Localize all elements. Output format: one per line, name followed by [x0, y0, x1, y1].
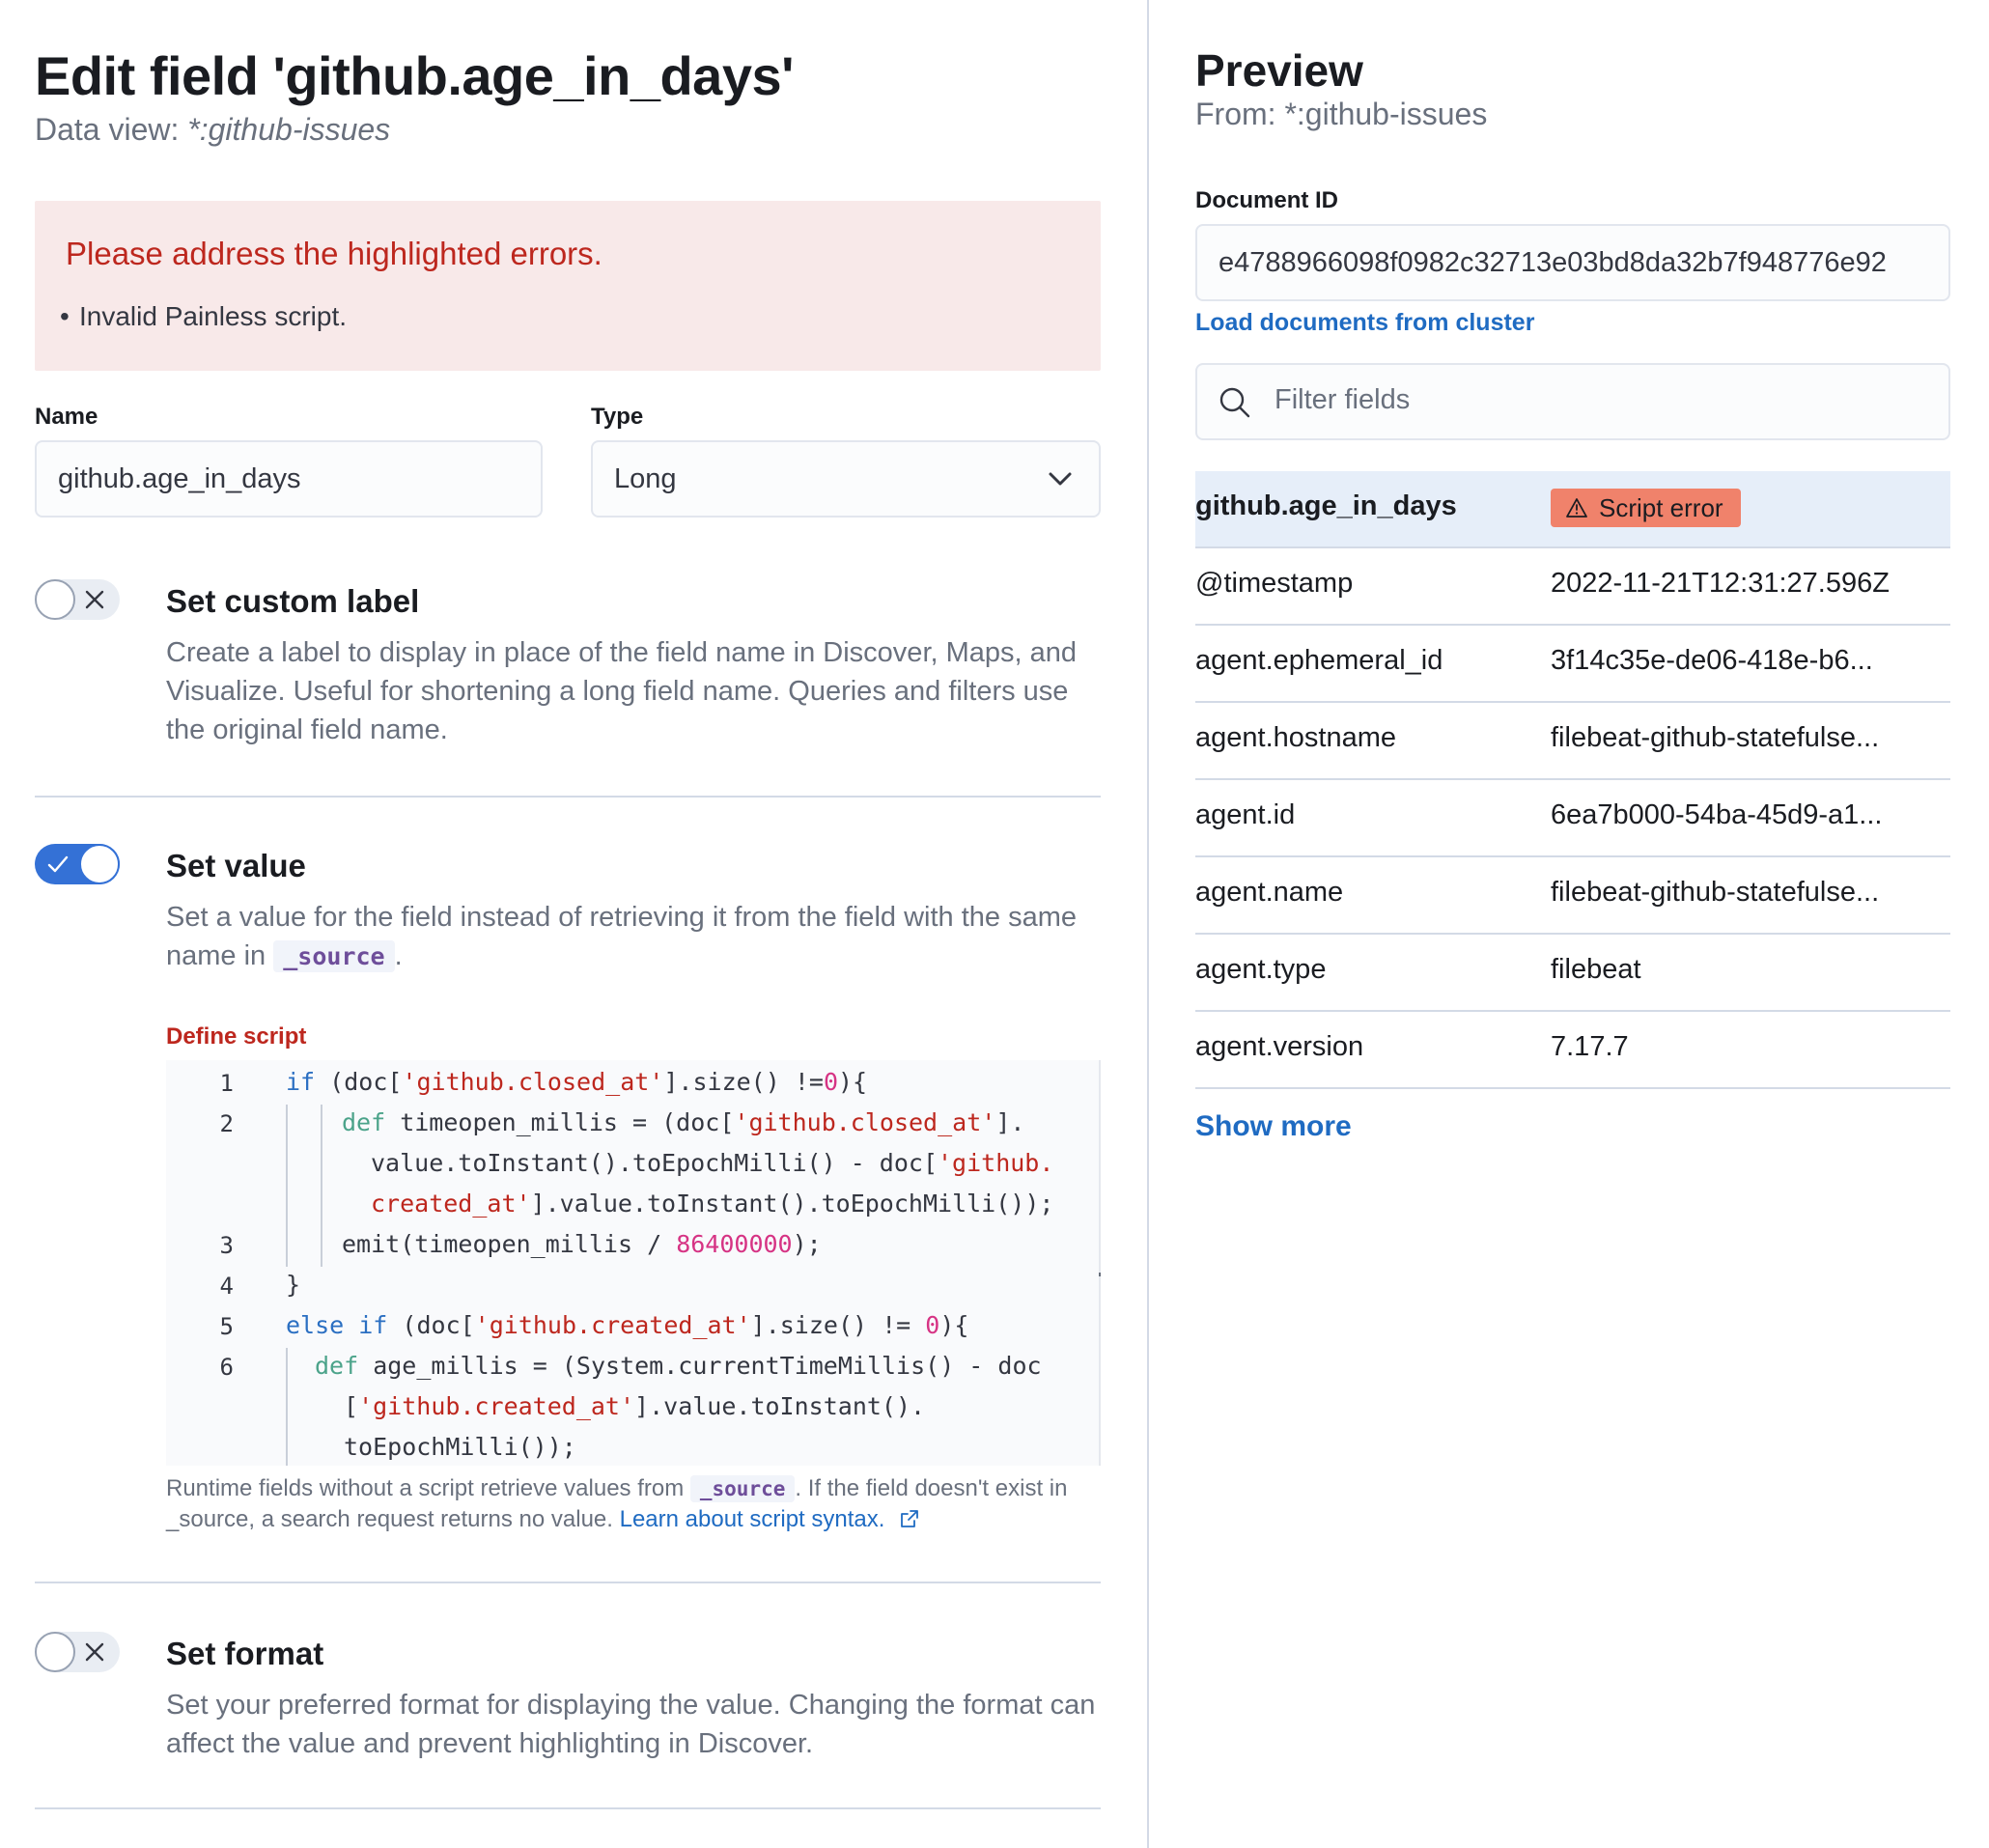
set-value-desc-end: .	[394, 940, 403, 971]
preview-row: @timestamp 2022-11-21T12:31:27.596Z	[1195, 548, 1950, 626]
custom-label-toggle[interactable]	[35, 579, 120, 620]
preview-field-key: agent.id	[1195, 799, 1296, 830]
close-icon	[85, 590, 104, 609]
edit-field-panel: Edit field 'github.age_in_days' Data vie…	[35, 0, 1101, 1848]
preview-field-value: filebeat-github-statefulse...	[1551, 877, 1880, 908]
section-divider	[35, 1582, 1101, 1583]
preview-row: agent.ephemeral_id 3f14c35e-de06-418e-b6.…	[1195, 626, 1950, 703]
script-code: if (doc['github.closed_at'].size() !=0){…	[166, 1060, 1053, 1461]
preview-row: agent.name filebeat-github-statefulse...	[1195, 857, 1950, 935]
set-format-toggle[interactable]	[35, 1632, 120, 1672]
document-id-label: Document ID	[1195, 187, 1339, 213]
badge-label: Script error	[1599, 492, 1723, 522]
preview-field-value: 3f14c35e-de06-418e-b6...	[1551, 645, 1873, 676]
preview-field-key: agent.name	[1195, 877, 1344, 908]
section-divider	[35, 796, 1101, 798]
section-divider	[35, 1807, 1101, 1809]
script-editor[interactable]: 1 2 3 4 5 6 if (doc['github.closed_at'].…	[166, 1060, 1101, 1466]
preview-row: agent.version 7.17.7	[1195, 1012, 1950, 1089]
type-select-value: Long	[614, 462, 677, 494]
help-text: Runtime fields without a script retrieve…	[166, 1475, 690, 1501]
source-code-token: _source	[273, 940, 395, 972]
source-code-token: _source	[689, 1475, 796, 1502]
toggle-knob	[79, 844, 120, 884]
preview-row: agent.hostname filebeat-github-statefulse…	[1195, 703, 1950, 780]
editor-scrollbar[interactable]	[1099, 1060, 1101, 1466]
toggle-knob	[35, 1632, 75, 1672]
close-icon	[85, 1642, 104, 1662]
code-line: def age_millis = (System.currentTimeMill…	[315, 1352, 1042, 1380]
set-value-title: Set value	[166, 848, 306, 883]
error-callout: Please address the highlighted errors. I…	[35, 201, 1101, 371]
preview-title: Preview	[1195, 45, 1363, 96]
filter-placeholder: Filter fields	[1275, 384, 1411, 415]
set-format-title: Set format	[166, 1636, 324, 1671]
check-icon	[47, 855, 69, 873]
editor-scroll-marker	[1099, 1273, 1101, 1276]
preview-field-key: @timestamp	[1195, 568, 1354, 599]
document-id-input[interactable]: e4788966098f0982c32713e03bd8da32b7f94877…	[1195, 224, 1950, 301]
preview-field-key: agent.version	[1195, 1031, 1364, 1062]
custom-label-description: Create a label to display in place of th…	[166, 637, 1078, 745]
error-callout-title: Please address the highlighted errors.	[66, 236, 602, 271]
data-view-value: *:github-issues	[187, 112, 391, 147]
indent-guide	[286, 1348, 288, 1466]
code-line: value.toInstant().toEpochMilli() - doc['…	[371, 1149, 1054, 1177]
type-select[interactable]: Long	[591, 440, 1101, 518]
code-line: created_at'].value.toInstant().toEpochMi…	[371, 1190, 1054, 1218]
preview-field-key: agent.type	[1195, 954, 1327, 985]
set-format-description: Set your preferred format for displaying…	[166, 1690, 1096, 1759]
preview-source: From: *:github-issues	[1195, 97, 1488, 131]
name-input[interactable]: github.age_in_days	[35, 440, 543, 518]
preview-row: agent.type filebeat	[1195, 935, 1950, 1012]
define-script-label: Define script	[166, 1023, 307, 1050]
search-icon	[1219, 387, 1250, 418]
script-help-text: Runtime fields without a script retrieve…	[166, 1473, 1101, 1535]
code-line: }	[286, 1271, 301, 1299]
name-label: Name	[35, 404, 98, 430]
preview-row: github.age_in_days Script error	[1195, 471, 1950, 548]
preview-field-value: filebeat	[1551, 954, 1641, 985]
custom-label-title: Set custom label	[166, 583, 420, 619]
show-more-link[interactable]: Show more	[1195, 1110, 1352, 1143]
script-error-badge: Script error	[1551, 489, 1741, 527]
preview-field-key: github.age_in_days	[1195, 490, 1457, 521]
set-value-toggle[interactable]	[35, 844, 120, 884]
type-label: Type	[591, 404, 644, 430]
panel-divider	[1147, 0, 1149, 1848]
warning-icon	[1566, 498, 1587, 518]
data-view-subtitle: Data view: *:github-issues	[35, 112, 390, 148]
chevron-down-icon	[1049, 472, 1072, 486]
page-title: Edit field 'github.age_in_days'	[35, 45, 794, 106]
error-callout-item: Invalid Painless script.	[60, 301, 347, 332]
preview-row: agent.id 6ea7b000-54ba-45d9-a1...	[1195, 780, 1950, 857]
preview-field-value: filebeat-github-statefulse...	[1551, 722, 1880, 753]
code-line: toEpochMilli());	[344, 1433, 576, 1461]
code-line: if (doc['github.closed_at'].size() !=0){	[286, 1068, 868, 1096]
preview-panel: Preview From: *:github-issues Document I…	[1195, 0, 1950, 1848]
indent-guide	[321, 1105, 322, 1267]
filter-fields-input[interactable]: Filter fields	[1195, 363, 1950, 440]
code-line: def timeopen_millis = (doc['github.close…	[342, 1108, 1025, 1136]
preview-field-value: 2022-11-21T12:31:27.596Z	[1551, 568, 1890, 599]
set-value-description: Set a value for the field instead of ret…	[166, 898, 1101, 976]
indent-guide	[286, 1105, 288, 1267]
preview-field-value: 6ea7b000-54ba-45d9-a1...	[1551, 799, 1883, 830]
external-link-icon	[901, 1510, 918, 1527]
preview-field-key: agent.hostname	[1195, 722, 1396, 753]
code-line: else if (doc['github.created_at'].size()…	[286, 1311, 969, 1339]
toggle-knob	[35, 579, 75, 620]
script-syntax-link[interactable]: Learn about script syntax.	[620, 1506, 885, 1532]
code-line: ['github.created_at'].value.toInstant().	[344, 1392, 926, 1420]
code-line: emit(timeopen_millis / 86400000);	[342, 1230, 822, 1258]
preview-field-value: 7.17.7	[1551, 1031, 1629, 1062]
load-documents-link[interactable]: Load documents from cluster	[1195, 309, 1534, 337]
data-view-label: Data view:	[35, 112, 188, 147]
preview-field-key: agent.ephemeral_id	[1195, 645, 1443, 676]
